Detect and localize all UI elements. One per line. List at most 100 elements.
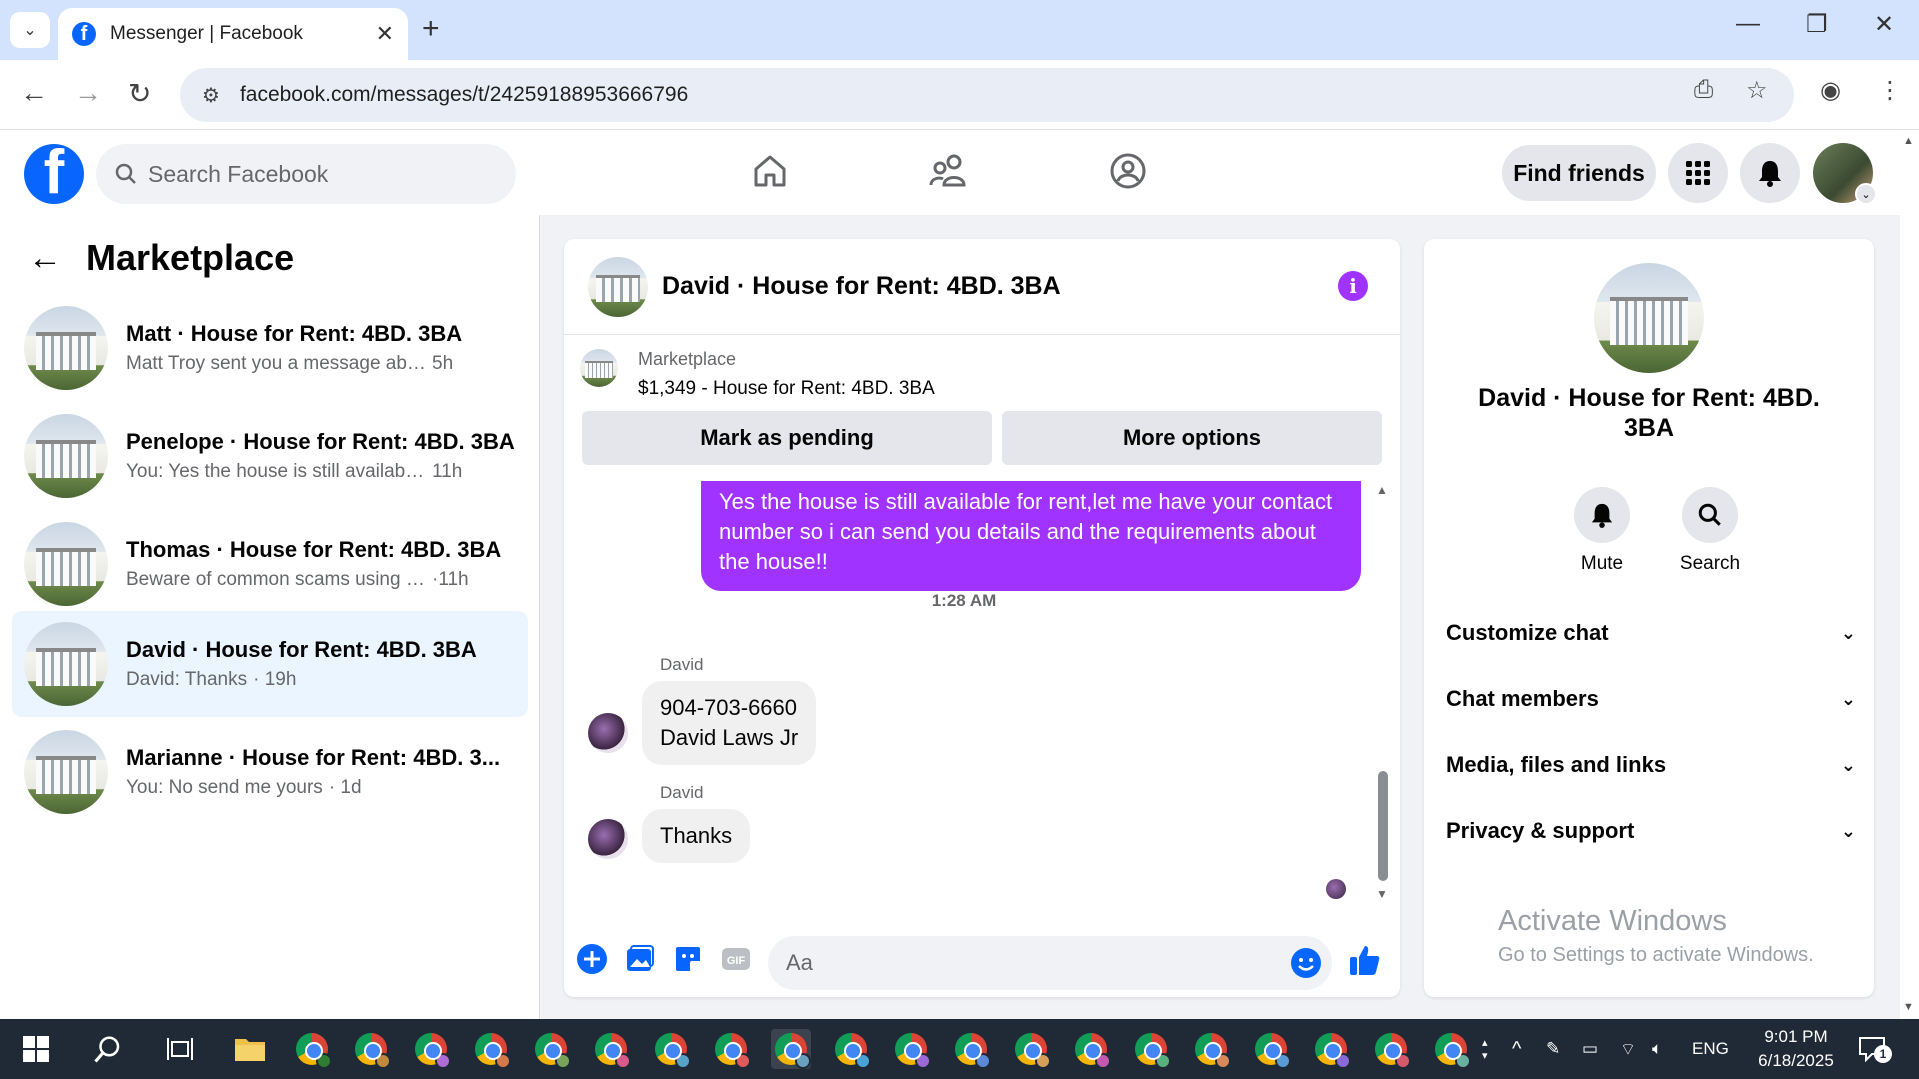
sender-avatar[interactable] (588, 819, 628, 859)
close-window-button[interactable]: ✕ (1874, 10, 1894, 39)
profile-icon[interactable]: ◉ (1820, 76, 1841, 105)
back-button[interactable]: ← (20, 77, 48, 109)
chrome-taskbar-icon[interactable] (1431, 1029, 1471, 1069)
clock[interactable]: 9:01 PM 6/18/2025 (1736, 1025, 1856, 1073)
chrome-taskbar-icon[interactable] (591, 1029, 631, 1069)
scroll-down-arrow-icon[interactable]: ▼ (1376, 887, 1388, 901)
chat-avatar[interactable] (588, 256, 648, 317)
search-in-chat-button[interactable]: Search (1670, 487, 1750, 575)
find-friends-button[interactable]: Find friends (1502, 145, 1656, 201)
chevron-down-icon: ⌄ (23, 22, 37, 39)
minimize-window-button[interactable]: — (1736, 10, 1760, 38)
site-info-icon[interactable]: ⚙ (202, 83, 220, 108)
notification-center-button[interactable]: 1 (1858, 1019, 1892, 1079)
message-input[interactable]: Aa (768, 936, 1332, 990)
facebook-search-input[interactable]: Search Facebook (96, 144, 516, 204)
start-button[interactable] (16, 1029, 56, 1069)
task-view-button[interactable] (160, 1029, 200, 1069)
chrome-taskbar-icon[interactable] (1071, 1029, 1111, 1069)
forward-button[interactable]: → (74, 77, 102, 109)
media-files-links-row[interactable]: Media, files and links ⌄ (1446, 740, 1856, 790)
chrome-taskbar-icon[interactable] (891, 1029, 931, 1069)
notifications-button[interactable] (1740, 143, 1800, 203)
chat-info-panel: David · House for Rent: 4BD. 3BA Mute Se… (1424, 239, 1874, 997)
contact-avatar[interactable] (1594, 263, 1704, 373)
chrome-taskbar-icon[interactable] (951, 1029, 991, 1069)
menu-kebab-icon[interactable]: ⋮ (1878, 76, 1902, 105)
conversation-item[interactable]: Marianne · House for Rent: 4BD. 3... You… (12, 719, 528, 825)
chrome-taskbar-icon[interactable] (531, 1029, 571, 1069)
close-tab-icon[interactable]: ✕ (376, 21, 394, 47)
reload-button[interactable]: ↻ (128, 77, 151, 110)
show-hidden-icons-chevron-icon[interactable]: ^ (1512, 1019, 1521, 1079)
thumbs-up-icon[interactable] (1348, 943, 1382, 977)
new-tab-button[interactable]: + (422, 12, 440, 46)
scroll-down-arrow-icon[interactable]: ▼ (1903, 1001, 1914, 1013)
taskbar-search-button[interactable] (88, 1029, 128, 1069)
home-icon[interactable] (750, 151, 790, 191)
chrome-taskbar-icon[interactable] (831, 1029, 871, 1069)
page-scrollbar[interactable]: ▲ ▼ (1900, 131, 1919, 1019)
message-scrollbar-thumb[interactable] (1378, 771, 1388, 881)
mark-as-pending-button[interactable]: Mark as pending (582, 411, 992, 465)
file-explorer-button[interactable] (230, 1029, 270, 1069)
language-indicator[interactable]: ENG (1692, 1019, 1729, 1079)
url-text[interactable]: facebook.com/messages/t/2425918895366679… (240, 83, 688, 107)
photo-icon[interactable] (624, 943, 656, 975)
conversation-item-active[interactable]: David · House for Rent: 4BD. 3BA David: … (12, 611, 528, 717)
menu-grid-button[interactable] (1668, 143, 1728, 203)
account-chevron-icon[interactable]: ⌄ (1855, 183, 1877, 205)
wifi-icon[interactable]: ⌔ (1620, 1019, 1636, 1079)
scroll-up-arrow-icon[interactable]: ▲ (1903, 135, 1914, 147)
privacy-support-row[interactable]: Privacy & support ⌄ (1446, 806, 1856, 856)
list-title: Marketplace (86, 237, 295, 278)
volume-icon[interactable]: 🔈︎ (1652, 1019, 1662, 1079)
friends-icon[interactable] (928, 151, 970, 191)
groups-icon[interactable] (1108, 151, 1148, 191)
info-icon[interactable]: i (1338, 271, 1368, 301)
scroll-up-arrow-icon[interactable]: ▲ (1376, 483, 1388, 497)
back-arrow-icon[interactable]: ← (28, 239, 62, 278)
chrome-taskbar-icon[interactable] (351, 1029, 391, 1069)
chrome-taskbar-icon[interactable] (1191, 1029, 1231, 1069)
gif-icon[interactable]: GIF (720, 943, 752, 975)
marketplace-listing[interactable]: Marketplace $1,349 - House for Rent: 4BD… (580, 349, 935, 400)
bookmark-star-icon[interactable]: ☆ (1746, 76, 1768, 105)
sticker-icon[interactable] (672, 943, 704, 975)
install-app-icon[interactable]: ⎙ (1694, 76, 1713, 104)
incoming-message-bubble: 904-703-6660 David Laws Jr (642, 681, 817, 765)
chrome-taskbar-icon[interactable] (1371, 1029, 1411, 1069)
customize-chat-row[interactable]: Customize chat ⌄ (1446, 608, 1856, 658)
conversation-item[interactable]: Penelope · House for Rent: 4BD. 3BA You:… (12, 403, 528, 509)
sender-avatar[interactable] (588, 713, 628, 753)
chrome-taskbar-icon[interactable] (471, 1029, 511, 1069)
chevron-down-icon: ⌄ (1840, 622, 1856, 643)
chrome-taskbar-icon[interactable] (1131, 1029, 1171, 1069)
pen-app-icon[interactable]: ✎ (1546, 1019, 1560, 1079)
emoji-icon[interactable] (1290, 947, 1322, 979)
more-options-button[interactable]: More options (1002, 411, 1382, 465)
chrome-taskbar-icon[interactable] (411, 1029, 451, 1069)
chrome-taskbar-icon[interactable] (1251, 1029, 1291, 1069)
facebook-logo-icon[interactable]: f (24, 144, 84, 204)
chrome-taskbar-icon[interactable] (711, 1029, 751, 1069)
chrome-taskbar-icon[interactable] (1011, 1029, 1051, 1069)
conversation-item[interactable]: Matt · House for Rent: 4BD. 3BA Matt Tro… (12, 295, 528, 401)
restore-window-button[interactable]: ❐ (1806, 10, 1828, 39)
chat-members-row[interactable]: Chat members ⌄ (1446, 674, 1856, 724)
chrome-taskbar-icon[interactable] (651, 1029, 691, 1069)
tab-search-button[interactable]: ⌄ (10, 12, 50, 48)
chat-title[interactable]: David · House for Rent: 4BD. 3BA (662, 272, 1061, 301)
browser-tab-active[interactable]: f Messenger | Facebook ✕ (58, 8, 408, 60)
conversation-time: · 1d (328, 777, 362, 798)
mute-button[interactable]: Mute (1562, 487, 1642, 575)
chevron-down-icon: ⌄ (1840, 754, 1856, 775)
chrome-taskbar-icon[interactable] (1311, 1029, 1351, 1069)
taskbar-scroll-arrows-icon[interactable]: ▴ ▾ (1482, 1019, 1488, 1079)
plus-circle-icon[interactable] (576, 943, 608, 975)
chrome-taskbar-icon[interactable] (292, 1029, 332, 1069)
conversation-item[interactable]: Thomas · House for Rent: 4BD. 3BA Beware… (12, 511, 528, 617)
chrome-taskbar-icon-active[interactable] (771, 1029, 811, 1069)
url-bar[interactable]: ⚙ facebook.com/messages/t/24259188953666… (180, 68, 1794, 122)
battery-icon[interactable]: ▭ (1582, 1019, 1598, 1079)
